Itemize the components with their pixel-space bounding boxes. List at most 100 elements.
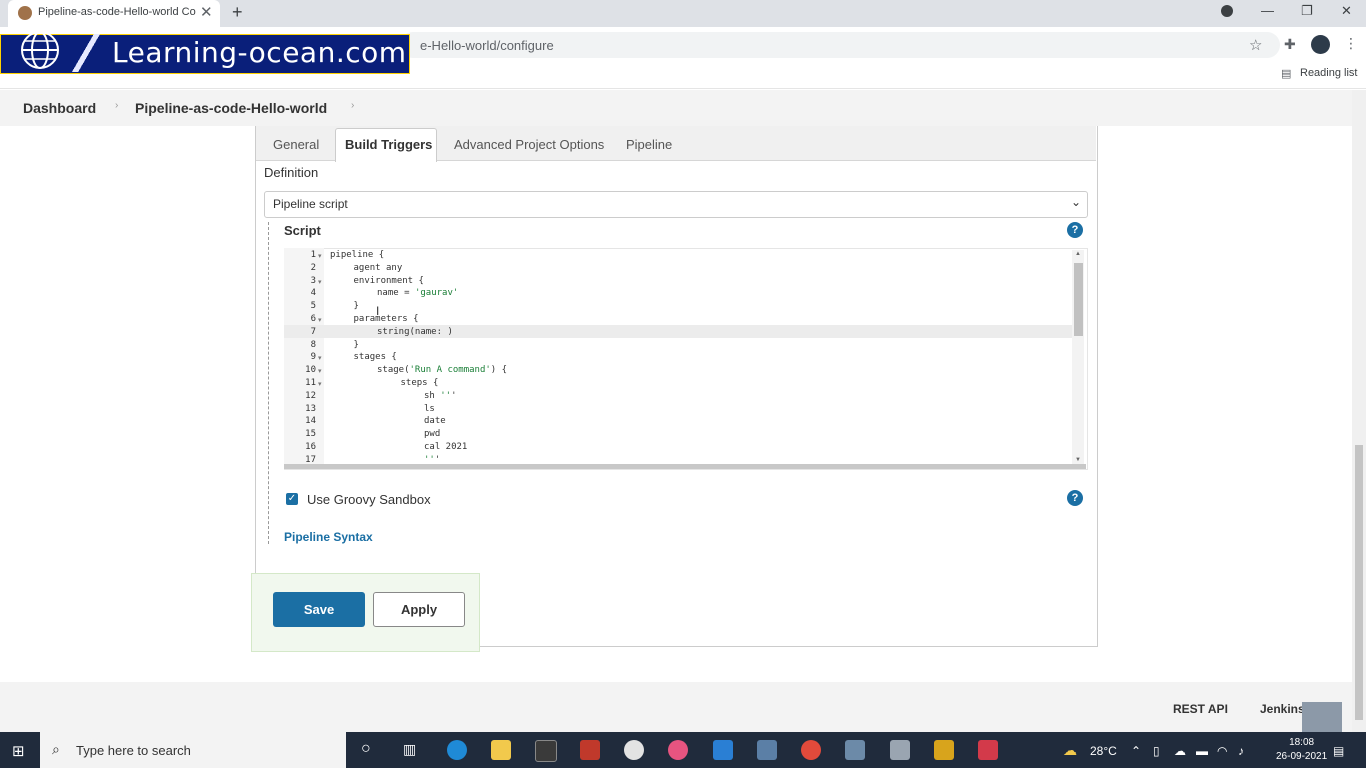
line-number: 8 [310, 339, 316, 350]
code-line[interactable]: environment { [354, 276, 424, 286]
browser-tab[interactable]: Pipeline-as-code-Hello-world Co ✕ [8, 0, 220, 27]
tab-build-triggers[interactable]: Build Triggers [345, 137, 432, 152]
breadcrumb-job[interactable]: Pipeline-as-code-Hello-world [135, 100, 327, 116]
code-line[interactable]: stages { [354, 352, 397, 362]
fold-toggle-icon[interactable]: ▾ [318, 252, 322, 260]
taskbar-clock[interactable]: 18:08 26-09-2021 [1276, 736, 1327, 764]
jenkins-favicon-icon [18, 6, 32, 20]
weather-temperature[interactable]: 28°C [1090, 744, 1117, 758]
recorder-app-icon[interactable] [978, 740, 998, 760]
chrome-icon[interactable] [801, 740, 821, 760]
volume-icon[interactable]: ♪ [1238, 744, 1244, 758]
reading-list-icon[interactable]: ▤ [1281, 67, 1291, 80]
code-line[interactable]: parameters { [354, 314, 419, 324]
wifi-icon[interactable]: ◠ [1217, 744, 1227, 758]
line-number: 10 [305, 365, 316, 376]
line-number: 4 [310, 288, 316, 299]
fold-toggle-icon[interactable]: ▾ [318, 367, 322, 375]
line-number: 12 [305, 390, 316, 401]
save-button[interactable]: Save [273, 592, 365, 627]
definition-select[interactable] [264, 191, 1088, 218]
url-text[interactable]: e-Hello-world/configure [420, 38, 554, 53]
windows-start-icon[interactable]: ⊞ [12, 742, 25, 760]
tray-device-icon[interactable]: ▯ [1153, 744, 1160, 758]
onedrive-icon[interactable]: ☁ [1174, 744, 1186, 758]
close-tab-icon[interactable]: ✕ [200, 3, 213, 21]
vscode-icon[interactable] [713, 740, 733, 760]
fold-toggle-icon[interactable]: ▾ [318, 278, 322, 286]
code-line[interactable]: ls [424, 404, 435, 414]
section-divider [268, 222, 269, 544]
new-tab-icon[interactable]: + [232, 2, 243, 23]
code-line[interactable]: pwd [424, 429, 440, 439]
git-app-icon[interactable] [890, 740, 910, 760]
archive-app-icon[interactable] [934, 740, 954, 760]
tab-general[interactable]: General [273, 137, 319, 152]
line-number: 3 [310, 275, 316, 286]
taskbar-search-placeholder: Type here to search [76, 743, 191, 758]
fold-toggle-icon[interactable]: ▾ [318, 316, 322, 324]
profile-circle-icon[interactable] [1221, 5, 1233, 17]
cortana-icon[interactable]: ○ [361, 740, 371, 758]
weather-icon[interactable]: ☁ [1063, 742, 1077, 759]
bookmark-star-icon[interactable]: ☆ [1249, 36, 1262, 54]
notifications-icon[interactable]: ▤ [1333, 744, 1344, 758]
code-line[interactable]: cal 2021 [424, 442, 467, 452]
reading-list-link[interactable]: Reading list [1300, 67, 1357, 79]
battery-icon[interactable]: ▬ [1196, 744, 1208, 758]
page-footer [0, 682, 1352, 732]
edge-icon[interactable] [447, 740, 467, 760]
gift-app-icon[interactable] [580, 740, 600, 760]
browser-menu-icon[interactable]: ⋮ [1344, 35, 1358, 52]
pipeline-syntax-link[interactable]: Pipeline Syntax [284, 530, 373, 544]
code-line[interactable]: } [354, 340, 359, 350]
rest-api-link[interactable]: REST API [1173, 702, 1228, 716]
code-line[interactable]: sh ''' [424, 391, 457, 401]
breadcrumb-dashboard[interactable]: Dashboard [23, 100, 96, 116]
globe-icon [21, 31, 59, 69]
chevron-down-icon: ⌄ [1071, 195, 1082, 209]
code-line[interactable]: date [424, 416, 446, 426]
file-explorer-icon[interactable] [491, 740, 511, 760]
code-line[interactable]: } [354, 301, 359, 311]
editor-scroll-thumb[interactable] [1074, 263, 1083, 336]
virtualbox-icon[interactable] [845, 740, 865, 760]
extensions-icon[interactable]: ✚ [1284, 36, 1296, 53]
definition-label: Definition [264, 165, 319, 180]
close-window-icon[interactable]: ✕ [1341, 3, 1352, 19]
tab-pipeline[interactable]: Pipeline [626, 137, 672, 152]
store-icon[interactable] [535, 740, 557, 762]
editor-horizontal-scrollbar[interactable] [284, 464, 1086, 469]
code-line[interactable]: steps { [401, 378, 439, 388]
code-line[interactable]: pipeline { [330, 250, 384, 260]
page-scroll-thumb[interactable] [1355, 445, 1363, 720]
scroll-up-icon[interactable]: ▲ [1075, 251, 1081, 257]
code-line[interactable]: stage('Run A command') { [377, 365, 507, 375]
line-number: 5 [310, 301, 316, 312]
script-label: Script [284, 223, 321, 238]
tab-advanced-project-options[interactable]: Advanced Project Options [454, 137, 604, 152]
paint-app-icon[interactable] [624, 740, 644, 760]
code-line[interactable]: string(name: ) [377, 327, 453, 337]
fold-toggle-icon[interactable]: ▾ [318, 380, 322, 388]
watermark-slash [66, 34, 106, 72]
photos-app-icon[interactable] [668, 740, 688, 760]
script-help-icon[interactable]: ? [1067, 222, 1083, 238]
scroll-down-icon[interactable]: ▼ [1075, 457, 1081, 463]
restore-icon[interactable]: ❐ [1301, 3, 1313, 19]
apply-button[interactable]: Apply [373, 592, 465, 627]
network-app-icon[interactable] [757, 740, 777, 760]
tray-chevron-up-icon[interactable]: ⌃ [1131, 744, 1141, 758]
line-number: 7 [310, 326, 316, 337]
breadcrumb-dropdown-icon[interactable]: › [351, 100, 354, 111]
watermark-text: Learning-ocean.com [112, 36, 407, 69]
code-line[interactable]: name = 'gaurav' [377, 288, 458, 298]
avatar[interactable] [1311, 35, 1330, 54]
groovy-sandbox-checkbox[interactable]: ✓ [286, 493, 298, 505]
task-view-icon[interactable]: ▥ [403, 741, 416, 758]
breadcrumb-separator-icon: › [115, 100, 119, 111]
code-line[interactable]: agent any [354, 263, 403, 273]
minimize-icon[interactable]: — [1261, 3, 1274, 18]
sandbox-help-icon[interactable]: ? [1067, 490, 1083, 506]
fold-toggle-icon[interactable]: ▾ [318, 354, 322, 362]
